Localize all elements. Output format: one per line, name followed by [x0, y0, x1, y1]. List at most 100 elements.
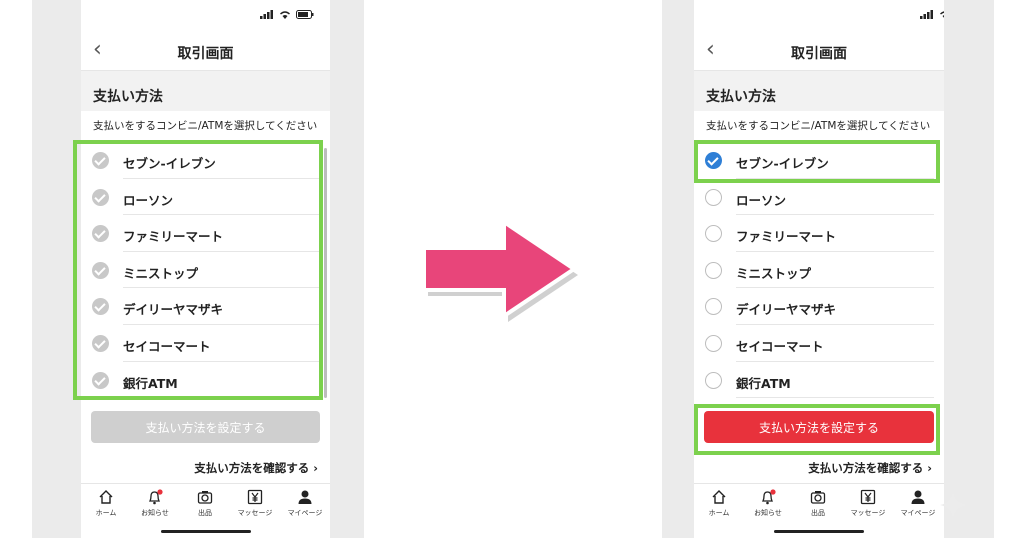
tab-bar: ホーム お知らせ 出品 マッセージ マイページ [694, 483, 944, 538]
tab-label: ホーム [95, 509, 117, 517]
tab-label: 出品 [811, 509, 825, 517]
section-title: 支払い方法 [706, 89, 776, 105]
home-indicator [774, 530, 864, 533]
left-phone-screen: ‹ 取引画面 支払い方法 支払いをするコンビニ/ATMを選択してください セブン… [81, 0, 330, 538]
tab-notifications[interactable]: お知らせ [743, 488, 793, 518]
confirm-link-label: 支払い方法を確認する [808, 461, 924, 475]
option-label: ミニストップ [736, 265, 812, 281]
payment-option[interactable]: ミニストップ [81, 252, 330, 289]
payment-option[interactable]: セイコーマート [694, 325, 944, 362]
scrollbar[interactable] [324, 148, 327, 398]
option-label: デイリーヤマザキ [736, 302, 837, 318]
radio-disabled-icon [92, 188, 109, 206]
chevron-right-icon: › [313, 461, 318, 475]
arrow-right-icon [422, 218, 578, 322]
right-phone-screen: ‹ 取引画面 支払い方法 支払いをするコンビニ/ATMを選択してください セブン… [694, 0, 944, 538]
person-icon [298, 490, 312, 504]
radio-disabled-icon [92, 152, 109, 169]
signal-icon [920, 10, 933, 19]
option-label: セブン-イレブン [123, 156, 216, 171]
payment-option[interactable]: セイコーマート [81, 325, 330, 362]
tab-bar: ホーム お知らせ 出品 マッセージ マイページ [81, 483, 330, 538]
option-label: 銀行ATM [736, 375, 791, 391]
nav-bar: ‹ 取引画面 [81, 32, 330, 71]
tab-messages[interactable]: マッセージ [230, 488, 280, 518]
radio-disabled-icon [92, 371, 109, 389]
confirm-payment-link[interactable]: 支払い方法を確認する › [194, 460, 318, 476]
option-label: ファミリーマート [123, 229, 224, 245]
status-bar [694, 0, 944, 32]
tab-label: 出品 [198, 509, 212, 517]
radio-disabled-icon [92, 225, 109, 243]
payment-option-list: セブン-イレブン ローソン ファミリーマート ミニストップ デイリーヤマザキ セ… [694, 142, 944, 399]
section-header: 支払い方法 [81, 71, 330, 111]
confirm-link-label: 支払い方法を確認する [194, 461, 310, 475]
payment-option[interactable]: セブン-イレブン [81, 142, 330, 179]
set-payment-button[interactable]: 支払い方法を設定する [704, 411, 934, 443]
payment-option[interactable]: ファミリーマート [81, 215, 330, 252]
payment-option[interactable]: 銀行ATM [694, 362, 944, 399]
instruction-text: 支払いをするコンビニ/ATMを選択してください [93, 120, 318, 132]
section-title: 支払い方法 [93, 89, 163, 105]
tab-label: お知らせ [754, 509, 782, 517]
yen-icon [860, 489, 876, 505]
home-icon [99, 490, 113, 504]
chevron-right-icon: › [927, 461, 932, 475]
radio-empty-icon [705, 334, 722, 352]
camera-icon [197, 491, 213, 504]
wifi-icon [280, 11, 290, 19]
bell-icon [148, 489, 163, 505]
radio-disabled-icon [92, 261, 109, 279]
tab-mypage[interactable]: マイページ [280, 488, 330, 518]
tab-mypage[interactable]: マイページ [893, 488, 943, 518]
yen-icon [247, 489, 263, 505]
option-label: ローソン [123, 192, 174, 208]
payment-option[interactable]: デイリーヤマザキ [81, 288, 330, 325]
tab-sell[interactable]: 出品 [793, 488, 843, 518]
tab-label: マイページ [287, 509, 323, 517]
tab-label: マッセージ [237, 509, 273, 517]
set-payment-button[interactable]: 支払い方法を設定する [91, 411, 320, 443]
wifi-icon [940, 11, 944, 18]
home-icon [712, 490, 726, 504]
tab-messages[interactable]: マッセージ [843, 488, 893, 518]
option-label: セイコーマート [736, 338, 824, 354]
tab-notifications[interactable]: お知らせ [130, 488, 180, 518]
radio-empty-icon [705, 371, 722, 389]
sparkle-icon [940, 492, 966, 518]
payment-option[interactable]: ローソン [694, 179, 944, 216]
option-label: ローソン [736, 192, 787, 208]
home-indicator [160, 530, 251, 533]
confirm-payment-link[interactable]: 支払い方法を確認する › [808, 460, 932, 476]
radio-disabled-icon [92, 334, 109, 352]
payment-option[interactable]: ローソン [81, 179, 330, 216]
radio-empty-icon [705, 298, 722, 316]
option-label: 銀行ATM [123, 375, 178, 391]
radio-checked-icon [705, 152, 722, 169]
payment-option[interactable]: デイリーヤマザキ [694, 288, 944, 325]
battery-icon [296, 10, 314, 19]
tab-label: ホーム [708, 509, 730, 517]
payment-option[interactable]: 銀行ATM [81, 362, 330, 399]
option-label: セブン-イレブン [736, 156, 829, 171]
radio-empty-icon [705, 188, 722, 206]
screen-title: 取引画面 [177, 46, 234, 62]
camera-icon [810, 491, 826, 504]
section-header: 支払い方法 [694, 71, 944, 111]
nav-bar: ‹ 取引画面 [694, 32, 944, 71]
option-label: セイコーマート [123, 338, 211, 354]
option-label: ミニストップ [123, 265, 199, 281]
payment-option[interactable]: ファミリーマート [694, 215, 944, 252]
radio-empty-icon [705, 225, 722, 243]
tab-label: お知らせ [141, 509, 169, 517]
status-bar [81, 0, 330, 32]
tab-label: マイページ [900, 509, 936, 517]
tab-home[interactable]: ホーム [81, 488, 131, 518]
screen-title: 取引画面 [791, 46, 847, 62]
tab-sell[interactable]: 出品 [180, 488, 230, 518]
payment-option-list: セブン-イレブン ローソン ファミリーマート ミニストップ デイリーヤマザキ セ… [81, 142, 330, 399]
tab-home[interactable]: ホーム [694, 488, 744, 518]
payment-option-selected[interactable]: セブン-イレブン [694, 142, 944, 179]
option-label: デイリーヤマザキ [123, 302, 224, 318]
payment-option[interactable]: ミニストップ [694, 252, 944, 289]
